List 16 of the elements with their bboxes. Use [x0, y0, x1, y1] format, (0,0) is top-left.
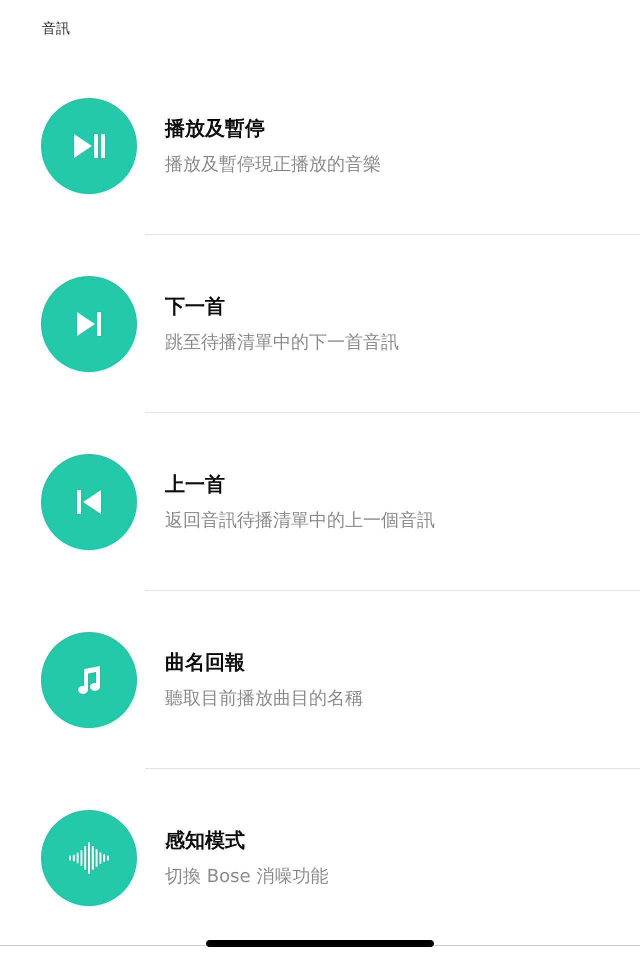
- waveform-icon: [68, 842, 110, 874]
- item-subtitle: 返回音訊待播清單中的上一個音訊: [165, 509, 435, 533]
- item-subtitle: 跳至待播清單中的下一首音訊: [165, 331, 399, 355]
- item-title: 感知模式: [165, 827, 246, 854]
- section-title: 音訊: [42, 21, 70, 37]
- item-subtitle: 切換 Bose 消噪功能: [165, 865, 328, 889]
- item-title: 上一首: [165, 471, 226, 498]
- item-title: 下一首: [165, 293, 226, 320]
- item-title: 播放及暫停: [165, 115, 266, 142]
- item-subtitle: 聽取目前播放曲目的名稱: [165, 687, 363, 711]
- item-title: 曲名回報: [165, 649, 246, 676]
- item-subtitle: 播放及暫停現正播放的音樂: [165, 153, 381, 177]
- play-pause-icon: [72, 132, 106, 158]
- skip-next-icon: [75, 310, 103, 336]
- skip-previous-icon: [75, 488, 103, 514]
- music-note-icon: [75, 664, 103, 694]
